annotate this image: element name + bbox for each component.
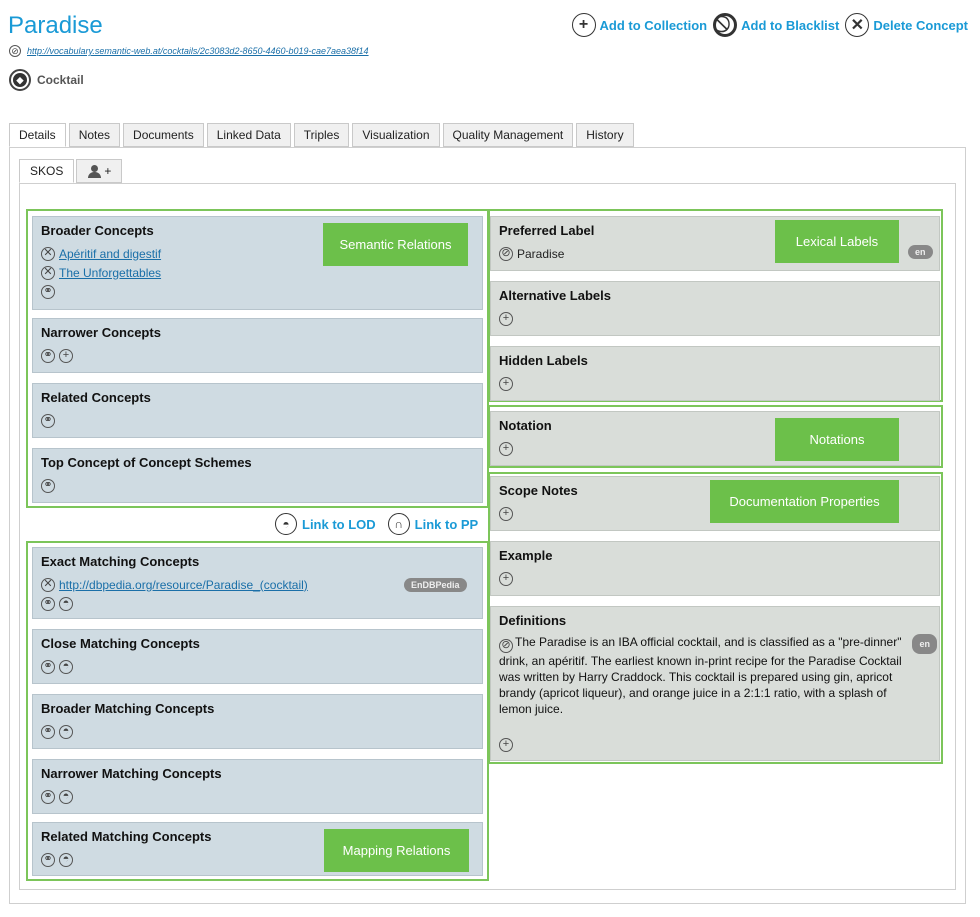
concept-uri-row: ⊘ http://vocabulary.semantic-web.at/cock… <box>9 45 369 57</box>
plus-circle-icon[interactable]: + <box>499 571 513 586</box>
link-icon[interactable]: ⚭ <box>41 659 55 674</box>
lod-icon[interactable]: ◓ <box>59 852 73 867</box>
plus-circle-icon[interactable]: + <box>499 311 513 326</box>
link-buttons: ◓ Link to LOD ∩ Link to PP <box>275 513 478 535</box>
related-concepts-box: Related Concepts ⚭ <box>32 383 483 438</box>
tab-triples[interactable]: Triples <box>293 123 350 147</box>
definitions-box: Definitions ⊘ The Paradise is an IBA offi… <box>490 606 940 761</box>
broader-concept-link[interactable]: The Unforgettables <box>59 266 161 280</box>
tab-linked-data[interactable]: Linked Data <box>206 123 291 147</box>
semantic-relations-label: Semantic Relations <box>323 223 468 266</box>
hidden-labels-box: Hidden Labels + <box>490 346 940 401</box>
link-icon[interactable]: ⚭ <box>41 284 55 299</box>
action-bar: + Add to Collection ⃠ Add to Blacklist ✕… <box>570 13 968 37</box>
definition-item: ⊘ The Paradise is an IBA official cocktai… <box>499 634 937 717</box>
blacklist-icon: ⃠ <box>713 13 738 37</box>
link-icon[interactable]: ⚭ <box>41 724 55 739</box>
example-box: Example + <box>490 541 940 596</box>
concept-type-row: ◆ Cocktail <box>9 69 84 91</box>
plus-circle-icon[interactable]: + <box>499 376 513 391</box>
main-tabs: Details Notes Documents Linked Data Trip… <box>9 123 637 147</box>
related-concepts-title: Related Concepts <box>41 390 151 405</box>
broader-matching-box: Broader Matching Concepts ⚭ ◓ <box>32 694 483 749</box>
link-to-lod-button[interactable]: ◓ Link to LOD <box>275 513 376 535</box>
plus-circle-icon[interactable]: + <box>59 348 73 363</box>
tab-documents[interactable]: Documents <box>123 123 204 147</box>
language-badge: en <box>912 634 937 654</box>
link-icon[interactable]: ⚭ <box>41 852 55 867</box>
edit-icon[interactable]: ⊘ <box>9 45 21 57</box>
exact-matching-title: Exact Matching Concepts <box>41 554 200 569</box>
definitions-title: Definitions <box>499 613 567 628</box>
link-icon[interactable]: ⚭ <box>41 478 55 493</box>
plus-circle-icon[interactable]: + <box>499 506 513 521</box>
documentation-properties-label: Documentation Properties <box>710 480 899 523</box>
plus-circle-icon[interactable]: + <box>499 737 513 752</box>
plus-circle-icon[interactable]: + <box>499 441 513 456</box>
lod-icon[interactable]: ◓ <box>59 659 73 674</box>
add-to-blacklist-button[interactable]: ⃠ Add to Blacklist <box>713 13 839 37</box>
remove-icon[interactable]: ✕ <box>41 265 55 280</box>
close-matching-title: Close Matching Concepts <box>41 636 200 651</box>
link-icon[interactable]: ⚭ <box>41 596 55 611</box>
definition-text: The Paradise is an IBA official cocktail… <box>499 635 902 716</box>
narrower-matching-title: Narrower Matching Concepts <box>41 766 222 781</box>
language-badge: en <box>908 245 933 259</box>
notations-label: Notations <box>775 418 899 461</box>
remove-icon[interactable]: ✕ <box>41 577 55 592</box>
concept-uri-link[interactable]: http://vocabulary.semantic-web.at/cockta… <box>27 46 369 56</box>
example-title: Example <box>499 548 553 563</box>
edit-icon[interactable]: ⊘ <box>499 246 513 261</box>
narrower-matching-box: Narrower Matching Concepts ⚭ ◓ <box>32 759 483 814</box>
link-icon[interactable]: ⚭ <box>41 348 55 363</box>
source-badge: EnDBPedia <box>404 577 467 592</box>
narrower-concepts-box: Narrower Concepts ⚭ + <box>32 318 483 373</box>
exact-match-link[interactable]: http://dbpedia.org/resource/Paradise_(co… <box>59 578 308 592</box>
lod-icon[interactable]: ◓ <box>59 596 73 611</box>
tab-quality-management[interactable]: Quality Management <box>442 123 574 147</box>
remove-icon[interactable]: ✕ <box>41 246 55 261</box>
mapping-relations-label: Mapping Relations <box>324 829 469 872</box>
edit-icon[interactable]: ⊘ <box>499 638 513 653</box>
alternative-labels-box: Alternative Labels + <box>490 281 940 336</box>
top-concept-title: Top Concept of Concept Schemes <box>41 455 252 470</box>
broader-matching-title: Broader Matching Concepts <box>41 701 215 716</box>
delete-concept-button[interactable]: ✕ Delete Concept <box>845 13 968 37</box>
add-to-collection-button[interactable]: + Add to Collection <box>571 13 707 37</box>
lod-icon[interactable]: ◓ <box>59 789 73 804</box>
pp-icon: ∩ <box>387 513 410 535</box>
broader-concept-link[interactable]: Apéritif and digestif <box>59 247 161 261</box>
user-icon <box>87 165 102 178</box>
concept-type-label: Cocktail <box>37 73 84 87</box>
alternative-labels-title: Alternative Labels <box>499 288 611 303</box>
tab-add-custom-scheme[interactable]: + <box>76 159 123 183</box>
page-title: Paradise <box>8 12 103 39</box>
tab-skos[interactable]: SKOS <box>19 159 75 183</box>
tab-notes[interactable]: Notes <box>68 123 121 147</box>
top-concept-box: Top Concept of Concept Schemes ⚭ <box>32 448 483 503</box>
narrower-concepts-title: Narrower Concepts <box>41 325 161 340</box>
tab-details[interactable]: Details <box>9 123 66 147</box>
lod-icon: ◓ <box>275 513 297 535</box>
sub-tabs: SKOS + <box>19 159 124 183</box>
plus-circle-icon: + <box>571 13 596 37</box>
lod-icon[interactable]: ◓ <box>59 724 73 739</box>
close-circle-icon: ✕ <box>845 13 870 37</box>
tab-history[interactable]: History <box>576 123 634 147</box>
lexical-labels-label: Lexical Labels <box>775 220 899 263</box>
preferred-label-value: Paradise <box>517 246 565 261</box>
list-item: ✕ http://dbpedia.org/resource/Paradise_(… <box>41 575 474 594</box>
tab-visualization[interactable]: Visualization <box>352 123 440 147</box>
hidden-labels-title: Hidden Labels <box>499 353 588 368</box>
exact-matching-box: Exact Matching Concepts ✕ http://dbpedia… <box>32 547 483 619</box>
concept-type-icon: ◆ <box>9 69 31 91</box>
link-icon[interactable]: ⚭ <box>41 789 55 804</box>
close-matching-box: Close Matching Concepts ⚭ ◓ <box>32 629 483 684</box>
link-icon[interactable]: ⚭ <box>41 413 55 428</box>
link-to-pp-button[interactable]: ∩ Link to PP <box>387 513 478 535</box>
